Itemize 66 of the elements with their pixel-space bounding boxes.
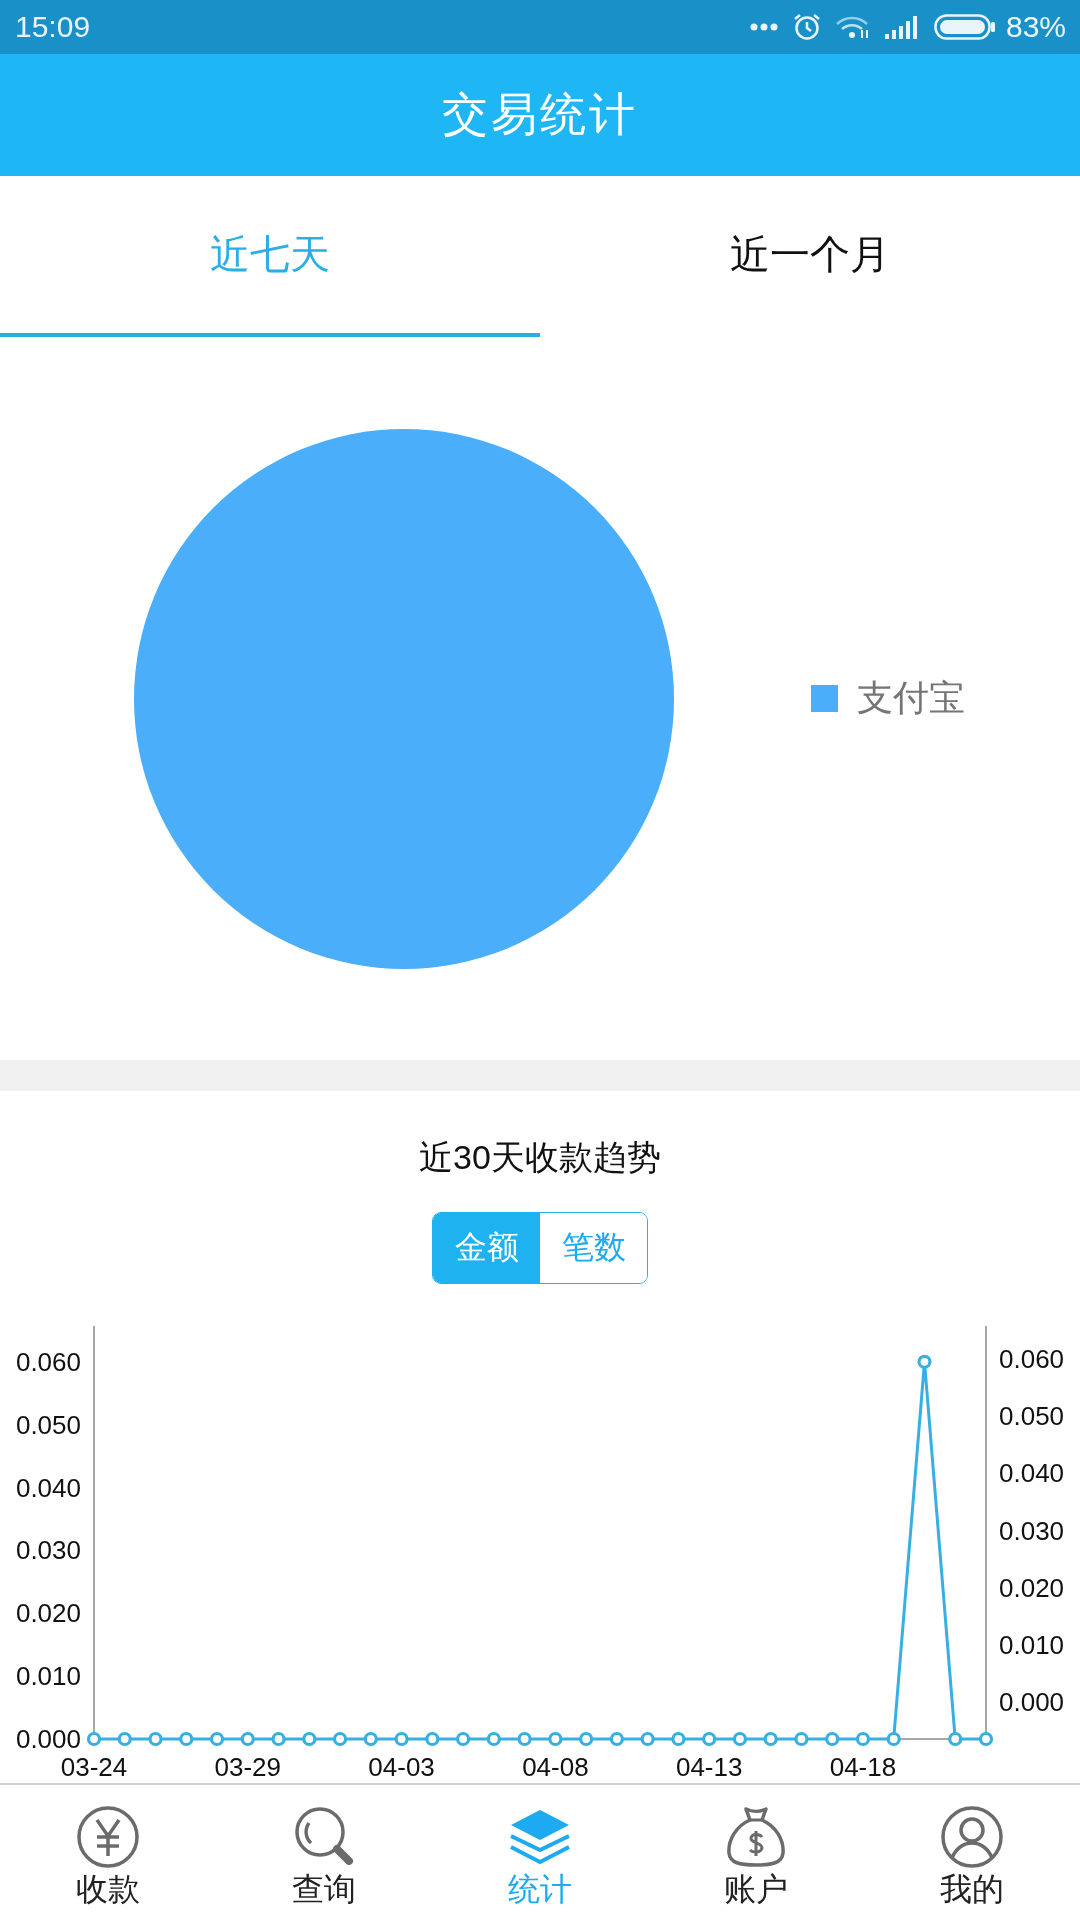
data-point (332, 1731, 348, 1747)
x-axis-label: 04-13 (675, 1752, 743, 1782)
data-point (117, 1731, 132, 1747)
more-dots-icon (749, 23, 778, 31)
data-point (486, 1731, 501, 1747)
y-axis-label: 0.060 (999, 1344, 1065, 1374)
yen-icon (76, 1805, 140, 1869)
data-point (978, 1731, 994, 1747)
data-point (148, 1731, 163, 1747)
x-axis-label: 04-18 (829, 1752, 897, 1782)
data-point (363, 1731, 378, 1747)
y-axis-label: 0.020 (999, 1572, 1065, 1603)
x-axis-label: 04-08 (522, 1752, 589, 1782)
y-axis-label: 0.010 (999, 1629, 1065, 1660)
data-point (609, 1731, 624, 1747)
signal-icon (883, 15, 920, 39)
y-axis-label: 0.060 (15, 1346, 81, 1377)
y-axis-label: 0.020 (15, 1598, 81, 1629)
data-point (917, 1354, 932, 1369)
page-title: 交易统计 (442, 87, 638, 142)
data-point (886, 1731, 901, 1747)
data-point (271, 1731, 286, 1747)
data-point (948, 1731, 963, 1747)
data-point (456, 1731, 471, 1747)
data-point (579, 1731, 594, 1747)
data-point (548, 1731, 563, 1747)
nav-tab[interactable]: 收款 (0, 1785, 216, 1920)
y-axis-label: 0.050 (15, 1409, 81, 1440)
data-point (517, 1731, 532, 1747)
nav-tab[interactable]: 我的 (864, 1785, 1080, 1920)
data-point (86, 1731, 102, 1747)
x-axis-label: 03-29 (214, 1752, 282, 1782)
chart-title: 近30天收款趋势 (419, 1137, 661, 1178)
user-icon (940, 1805, 1004, 1869)
battery-percent: 83% (1005, 10, 1066, 44)
data-point (640, 1731, 655, 1747)
data-point (394, 1731, 409, 1747)
x-axis-label: 04-03 (368, 1752, 435, 1782)
nav-tab[interactable]: 查询 (216, 1785, 432, 1920)
data-point (732, 1731, 748, 1747)
data-point (702, 1731, 717, 1747)
y-axis-label: 0.040 (999, 1458, 1065, 1489)
data-point (794, 1731, 809, 1747)
nav-tab[interactable]: 账户 (648, 1785, 864, 1920)
y-axis-label: 0.030 (999, 1515, 1065, 1546)
data-point (855, 1731, 871, 1747)
data-point (671, 1731, 686, 1747)
data-point (209, 1731, 225, 1747)
data-point (240, 1731, 255, 1747)
data-point (763, 1731, 778, 1747)
money-bag-icon (724, 1805, 788, 1869)
y-axis-label: 0.050 (999, 1401, 1065, 1432)
data-point (425, 1731, 440, 1747)
x-axis-label: 03-24 (60, 1752, 128, 1782)
wifi-icon (835, 15, 870, 39)
y-axis-label: 0.010 (15, 1661, 81, 1692)
data-point (825, 1731, 840, 1747)
y-axis-label: 0.000 (15, 1724, 81, 1754)
legend-label: 支付宝 (857, 676, 965, 720)
y-axis-label: 0.030 (15, 1535, 81, 1566)
y-axis-label: 0.040 (15, 1472, 81, 1503)
battery-icon (933, 14, 996, 40)
status-time: 15:09 (15, 10, 91, 44)
data-point (179, 1731, 194, 1747)
y-axis-label: 0.000 (999, 1687, 1065, 1717)
data-point (302, 1731, 317, 1747)
